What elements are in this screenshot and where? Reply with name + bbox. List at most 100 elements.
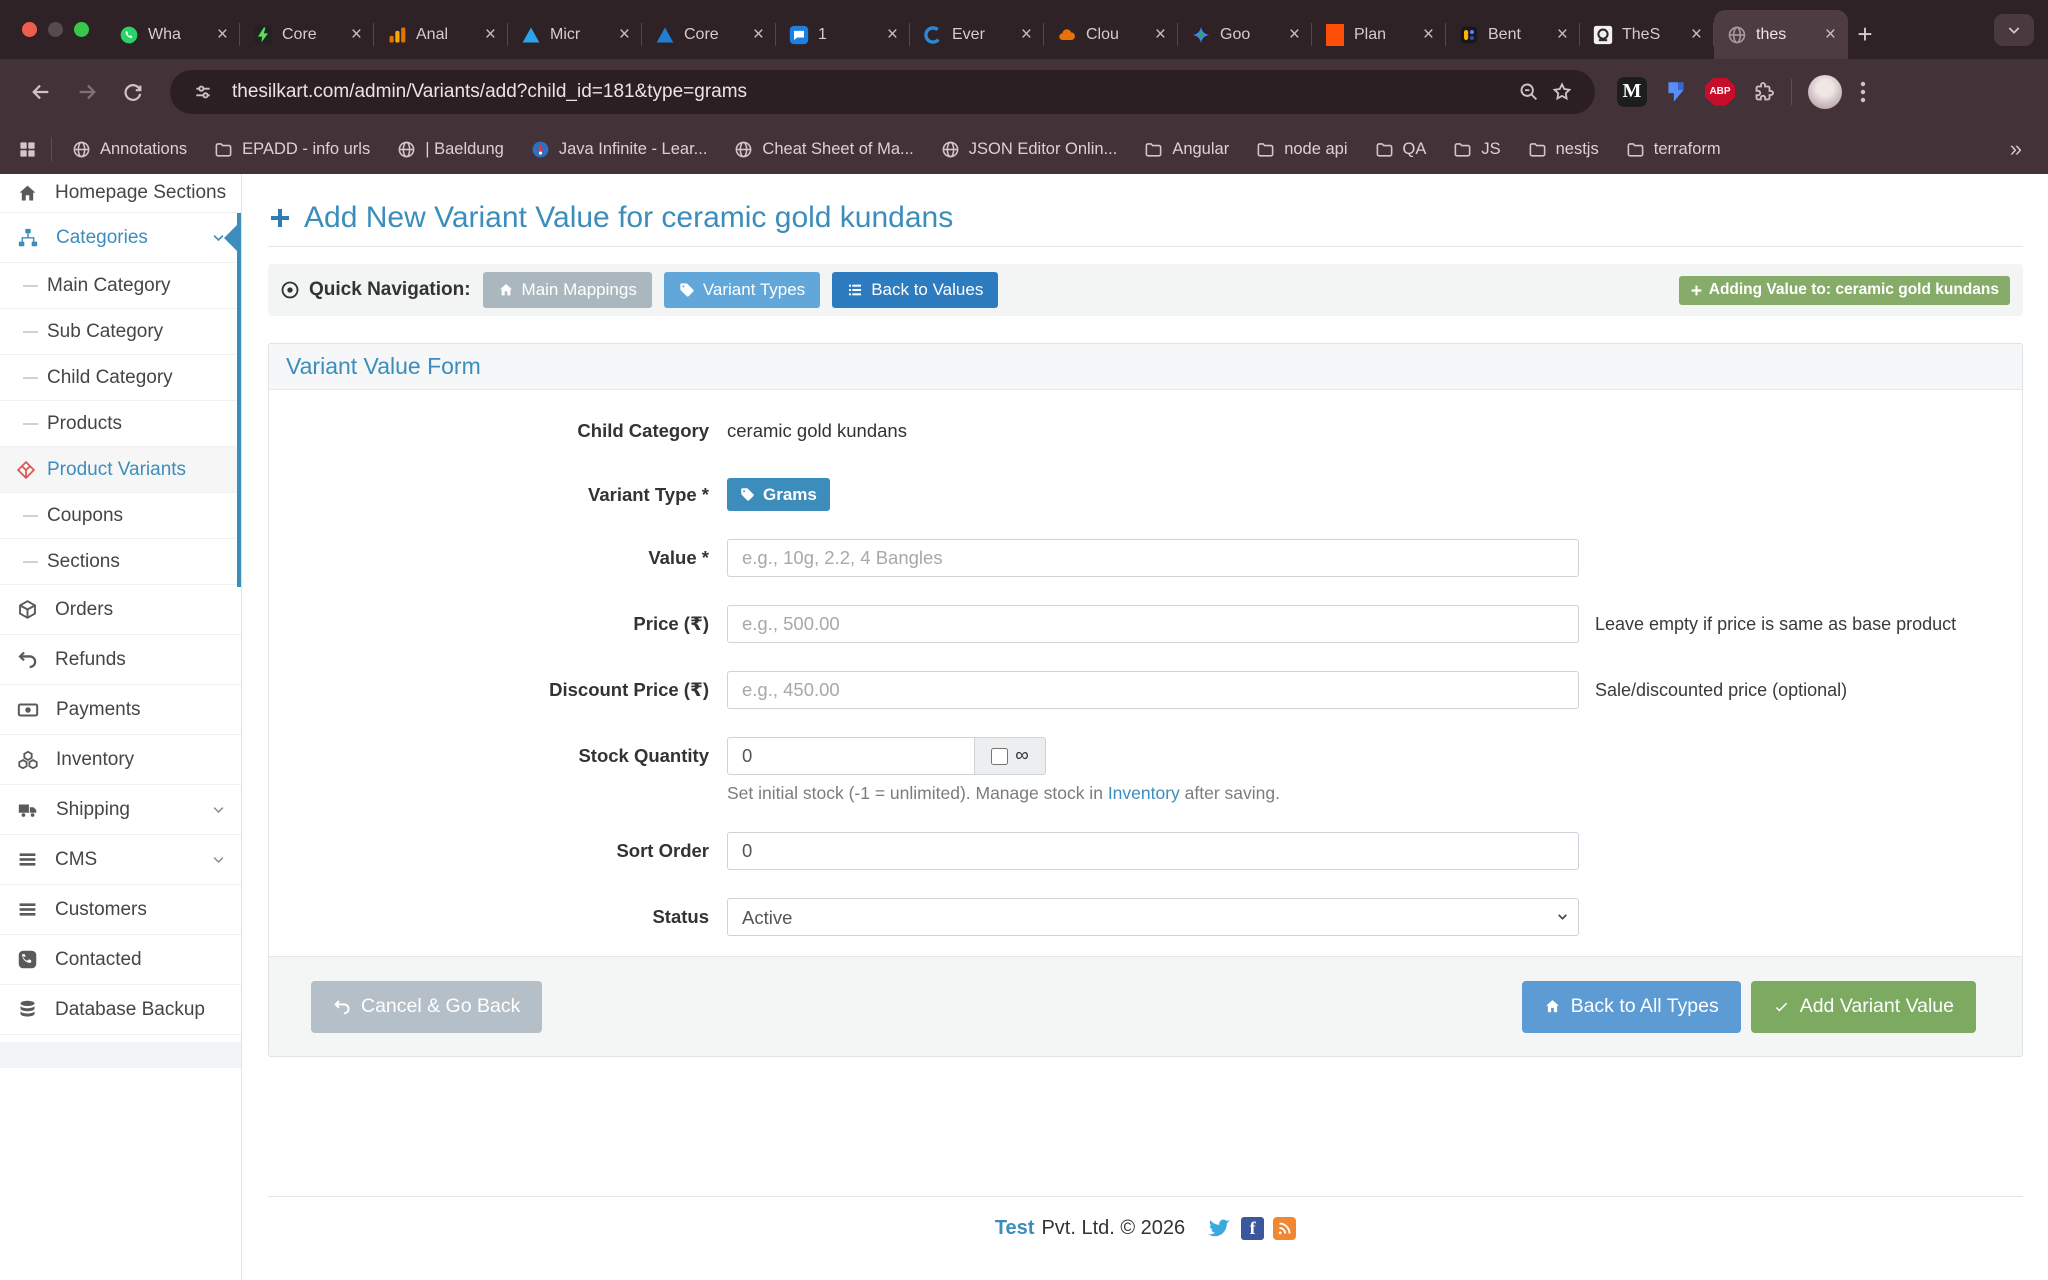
sidebar-item-sub-category[interactable]: Sub Category xyxy=(0,309,241,355)
bookmark-annotations[interactable]: Annotations xyxy=(72,140,187,159)
close-window-button[interactable] xyxy=(22,22,37,37)
phone-icon xyxy=(17,949,38,970)
back-to-values-button[interactable]: Back to Values xyxy=(832,272,998,308)
bookmark-js-folder[interactable]: JS xyxy=(1453,140,1500,159)
profile-avatar[interactable] xyxy=(1808,75,1842,109)
sidebar-item-customers[interactable]: Customers xyxy=(0,885,241,935)
tab-close-icon[interactable]: × xyxy=(751,25,766,44)
variant-types-button[interactable]: Variant Types xyxy=(664,272,820,308)
tab-close-icon[interactable]: × xyxy=(1019,25,1034,44)
extensions-puzzle-icon[interactable] xyxy=(1751,80,1775,104)
sidebar-item-main-category[interactable]: Main Category xyxy=(0,263,241,309)
tab-messages[interactable]: 1 × xyxy=(776,10,910,59)
footer-brand[interactable]: Test xyxy=(995,1217,1035,1240)
value-label: Value * xyxy=(269,547,709,569)
tab-microsoft[interactable]: Micr × xyxy=(508,10,642,59)
tab-google[interactable]: Goo × xyxy=(1178,10,1312,59)
blue-extension-icon[interactable] xyxy=(1663,79,1689,105)
bookmark-cheat-sheet[interactable]: Cheat Sheet of Ma... xyxy=(734,140,913,159)
tab-close-icon[interactable]: × xyxy=(1823,25,1838,44)
tab-close-icon[interactable]: × xyxy=(885,25,900,44)
zoom-out-icon[interactable] xyxy=(1511,81,1545,102)
new-tab-button[interactable]: + xyxy=(1848,10,1882,59)
tab-close-icon[interactable]: × xyxy=(1689,25,1704,44)
tab-evernote[interactable]: Ever × xyxy=(910,10,1044,59)
tab-close-icon[interactable]: × xyxy=(483,25,498,44)
inventory-link[interactable]: Inventory xyxy=(1108,783,1180,803)
tab-close-icon[interactable]: × xyxy=(1287,25,1302,44)
tab-core-azure[interactable]: Core × xyxy=(642,10,776,59)
sidebar-item-inventory[interactable]: Inventory xyxy=(0,735,241,785)
site-settings-icon[interactable] xyxy=(186,82,220,102)
tab-whatsapp[interactable]: Wha × xyxy=(106,10,240,59)
sidebar-item-categories[interactable]: Categories xyxy=(0,213,241,263)
bookmark-java-infinite[interactable]: Java Infinite - Lear... xyxy=(531,140,708,159)
sidebar-item-homepage-sections[interactable]: Homepage Sections xyxy=(0,174,241,213)
sidebar-item-products[interactable]: Products xyxy=(0,401,241,447)
tab-label: Plan xyxy=(1354,26,1413,44)
bookmark-json-editor[interactable]: JSON Editor Onlin... xyxy=(941,140,1118,159)
address-bar[interactable]: thesilkart.com/admin/Variants/add?child_… xyxy=(170,70,1595,114)
rss-icon[interactable] xyxy=(1273,1217,1296,1240)
bookmark-star-icon[interactable] xyxy=(1545,81,1579,103)
apps-grid-icon[interactable] xyxy=(18,140,37,159)
tab-thesilkart-active[interactable]: thes × xyxy=(1714,10,1848,59)
medium-extension-icon[interactable]: M xyxy=(1617,77,1647,107)
bookmark-terraform-folder[interactable]: terraform xyxy=(1626,140,1721,159)
stock-quantity-input[interactable] xyxy=(727,737,975,775)
twitter-icon[interactable] xyxy=(1206,1215,1232,1241)
bookmark-angular-folder[interactable]: Angular xyxy=(1144,140,1229,159)
sidebar-item-contacted[interactable]: Contacted xyxy=(0,935,241,985)
unlimited-stock-checkbox[interactable] xyxy=(991,748,1008,765)
tab-close-icon[interactable]: × xyxy=(617,25,632,44)
adblock-plus-icon[interactable]: ABP xyxy=(1705,78,1735,106)
sidebar-item-child-category[interactable]: Child Category xyxy=(0,355,241,401)
price-input[interactable] xyxy=(727,605,1579,643)
tab-close-icon[interactable]: × xyxy=(1421,25,1436,44)
sidebar-item-shipping[interactable]: Shipping xyxy=(0,785,241,835)
bookmarks-overflow-icon[interactable]: » xyxy=(2010,136,2022,162)
bookmark-qa-folder[interactable]: QA xyxy=(1375,140,1427,159)
bookmark-nestjs-folder[interactable]: nestjs xyxy=(1528,140,1599,159)
tab-thesite[interactable]: TheS × xyxy=(1580,10,1714,59)
minimize-window-button[interactable] xyxy=(48,22,63,37)
add-variant-value-button[interactable]: Add Variant Value xyxy=(1751,981,1976,1033)
zoom-window-button[interactable] xyxy=(74,22,89,37)
menu-bars-icon xyxy=(17,849,38,870)
bookmark-epadd-folder[interactable]: EPADD - info urls xyxy=(214,140,370,159)
sidebar-item-payments[interactable]: Payments xyxy=(0,685,241,735)
browser-menu-icon[interactable] xyxy=(1860,80,1866,104)
tab-core-bolt[interactable]: Core × xyxy=(240,10,374,59)
tab-plan[interactable]: Plan × xyxy=(1312,10,1446,59)
back-icon[interactable] xyxy=(18,69,64,115)
sidebar-item-product-variants[interactable]: Product Variants xyxy=(0,447,241,493)
tab-close-icon[interactable]: × xyxy=(215,25,230,44)
reload-icon[interactable] xyxy=(110,69,156,115)
status-select[interactable]: Active xyxy=(727,898,1579,936)
sort-order-input[interactable] xyxy=(727,832,1579,870)
sidebar-item-database-backup[interactable]: Database Backup xyxy=(0,985,241,1035)
sidebar-item-refunds[interactable]: Refunds xyxy=(0,635,241,685)
cubes-icon xyxy=(17,749,39,771)
bookmark-node-api-folder[interactable]: node api xyxy=(1256,140,1347,159)
tab-close-icon[interactable]: × xyxy=(349,25,364,44)
tab-search-button[interactable] xyxy=(1994,14,2034,46)
tab-analytics[interactable]: Anal × xyxy=(374,10,508,59)
facebook-icon[interactable]: f xyxy=(1241,1217,1264,1240)
url-text[interactable]: thesilkart.com/admin/Variants/add?child_… xyxy=(232,81,1511,103)
value-input[interactable] xyxy=(727,539,1579,577)
forward-icon[interactable] xyxy=(64,69,110,115)
sidebar-item-sections[interactable]: Sections xyxy=(0,539,241,585)
discount-price-input[interactable] xyxy=(727,671,1579,709)
sidebar-item-cms[interactable]: CMS xyxy=(0,835,241,885)
cancel-go-back-button[interactable]: Cancel & Go Back xyxy=(311,981,542,1033)
sidebar-item-coupons[interactable]: Coupons xyxy=(0,493,241,539)
tab-bento[interactable]: Bent × xyxy=(1446,10,1580,59)
tab-close-icon[interactable]: × xyxy=(1153,25,1168,44)
bookmark-baeldung[interactable]: | Baeldung xyxy=(397,140,504,159)
main-mappings-button[interactable]: Main Mappings xyxy=(483,272,652,308)
back-to-all-types-button[interactable]: Back to All Types xyxy=(1522,981,1741,1033)
tab-cloud[interactable]: Clou × xyxy=(1044,10,1178,59)
sidebar-item-orders[interactable]: Orders xyxy=(0,585,241,635)
tab-close-icon[interactable]: × xyxy=(1555,25,1570,44)
